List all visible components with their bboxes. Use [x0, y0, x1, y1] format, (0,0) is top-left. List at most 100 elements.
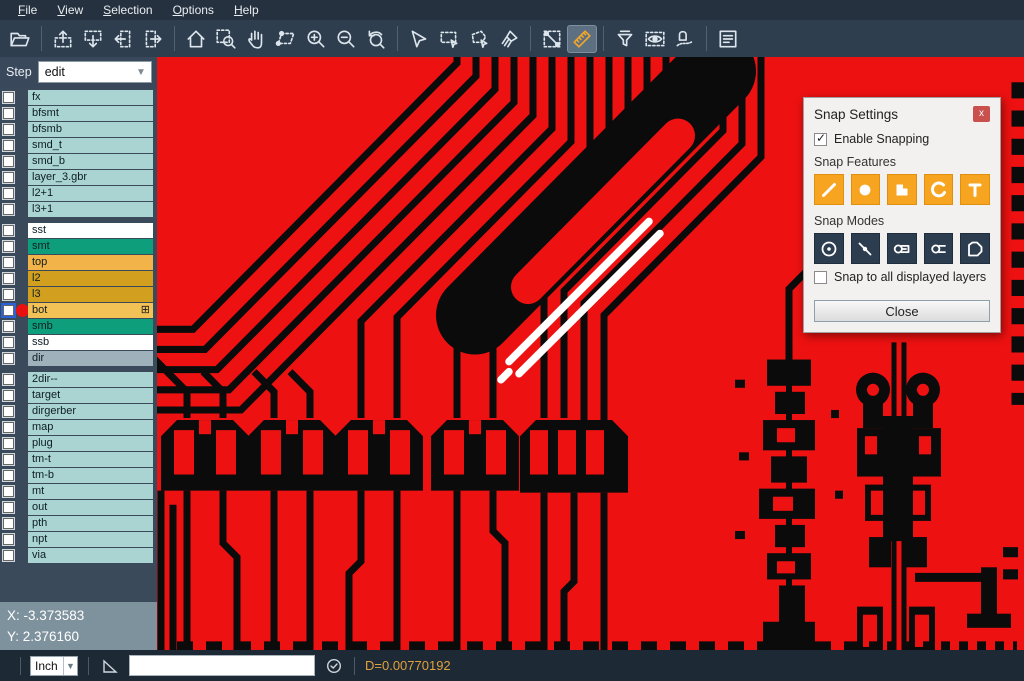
menu-options[interactable]: Options	[163, 1, 224, 19]
snap-feature-circle-button[interactable]	[851, 174, 881, 205]
layer-visibility-checkbox[interactable]	[3, 390, 14, 401]
layer-label[interactable]: mt	[28, 484, 153, 499]
layer-label[interactable]: npt	[28, 532, 153, 547]
layer-label[interactable]: smd_b	[28, 154, 153, 169]
layer-label[interactable]: bfsmb	[28, 122, 153, 137]
zoom-window-button[interactable]	[211, 25, 241, 53]
arrow-down-box-button[interactable]	[78, 25, 108, 53]
layer-visibility-checkbox[interactable]	[3, 337, 14, 348]
zoom-out-button[interactable]	[331, 25, 361, 53]
menu-selection[interactable]: Selection	[93, 1, 162, 19]
snap-feature-line-button[interactable]	[814, 174, 844, 205]
arrow-left-box-button[interactable]	[108, 25, 138, 53]
home-button[interactable]	[181, 25, 211, 53]
layer-label[interactable]: pth	[28, 516, 153, 531]
select-arrow-button[interactable]	[404, 25, 434, 53]
close-icon[interactable]: x	[973, 106, 990, 122]
layer-label[interactable]: out	[28, 500, 153, 515]
layer-visibility-checkbox[interactable]	[3, 92, 14, 103]
layer-visibility-checkbox[interactable]	[3, 502, 14, 513]
ruler-button[interactable]	[567, 25, 597, 53]
snap-feature-arc-button[interactable]	[924, 174, 954, 205]
snap-magnet-button[interactable]	[670, 25, 700, 53]
arrow-right-box-button[interactable]	[138, 25, 168, 53]
layer-visibility-checkbox[interactable]	[3, 374, 14, 385]
snap-mode-slot-end-button[interactable]	[924, 233, 954, 264]
layer-label[interactable]: fx	[28, 90, 153, 105]
layer-visibility-checkbox[interactable]	[3, 550, 14, 561]
clean-brush-button[interactable]	[494, 25, 524, 53]
layer-visibility-checkbox[interactable]	[3, 486, 14, 497]
pcb-canvas[interactable]: Snap Settings x Enable Snapping Snap Fea…	[157, 57, 1024, 650]
layer-visibility-checkbox[interactable]	[3, 257, 14, 268]
snap-all-layers-row[interactable]: Snap to all displayed layers	[814, 270, 990, 284]
layer-label[interactable]: dirgerber	[28, 404, 153, 419]
layer-visibility-checkbox[interactable]	[3, 273, 14, 284]
view-box-eye-button[interactable]	[640, 25, 670, 53]
layer-label[interactable]: target	[28, 388, 153, 403]
transform-button[interactable]	[271, 25, 301, 53]
enable-snapping-checkbox[interactable]	[814, 133, 827, 146]
menu-file[interactable]: File	[8, 1, 47, 19]
layer-label[interactable]: smb	[28, 319, 153, 334]
snap-mode-center-button[interactable]	[814, 233, 844, 264]
zoom-previous-button[interactable]	[361, 25, 391, 53]
rect-select-button[interactable]	[434, 25, 464, 53]
open-button[interactable]	[5, 25, 35, 53]
layer-visibility-checkbox[interactable]	[3, 188, 14, 199]
layer-label[interactable]: tm-b	[28, 468, 153, 483]
arrow-up-box-button[interactable]	[48, 25, 78, 53]
layer-visibility-checkbox[interactable]	[3, 204, 14, 215]
layer-label[interactable]: smt	[28, 239, 153, 254]
snap-all-layers-checkbox[interactable]	[814, 271, 827, 284]
layer-label[interactable]: l2	[28, 271, 153, 286]
snap-feature-surface-button[interactable]	[887, 174, 917, 205]
layer-label[interactable]: via	[28, 548, 153, 563]
layer-visibility-checkbox[interactable]	[3, 422, 14, 433]
layer-visibility-checkbox[interactable]	[3, 140, 14, 151]
layer-label[interactable]: top	[28, 255, 153, 270]
apply-check-icon[interactable]	[326, 658, 342, 674]
menu-help[interactable]: Help	[224, 1, 269, 19]
menu-view[interactable]: View	[47, 1, 93, 19]
layer-label[interactable]: 2dir--	[28, 372, 153, 387]
step-select[interactable]: edit ▼	[38, 61, 152, 83]
layer-visibility-checkbox[interactable]	[3, 289, 14, 300]
layer-visibility-checkbox[interactable]	[3, 470, 14, 481]
layer-label[interactable]: l3	[28, 287, 153, 302]
layer-visibility-checkbox[interactable]	[3, 534, 14, 545]
layer-label[interactable]: layer_3.gbr	[28, 170, 153, 185]
layer-visibility-checkbox[interactable]	[3, 353, 14, 364]
layer-label[interactable]: bot⊞	[28, 303, 153, 318]
layer-visibility-checkbox[interactable]	[3, 321, 14, 332]
snap-mode-corner-button[interactable]	[960, 233, 990, 264]
layer-visibility-checkbox[interactable]	[3, 108, 14, 119]
layer-visibility-checkbox[interactable]	[3, 156, 14, 167]
layer-label[interactable]: ssb	[28, 335, 153, 350]
layer-label[interactable]: l3+1	[28, 202, 153, 217]
dialog-close-button[interactable]: Close	[814, 300, 990, 322]
layer-label[interactable]: smd_t	[28, 138, 153, 153]
grid-icon[interactable]: ⊞	[141, 303, 150, 318]
layer-label[interactable]: map	[28, 420, 153, 435]
pan-hand-button[interactable]	[241, 25, 271, 53]
layer-visibility-checkbox[interactable]	[3, 454, 14, 465]
layer-label[interactable]: bfsmt	[28, 106, 153, 121]
layer-label[interactable]: sst	[28, 223, 153, 238]
measure-input[interactable]	[129, 655, 315, 676]
layer-label[interactable]: plug	[28, 436, 153, 451]
unit-select[interactable]: Inch ▼	[30, 656, 78, 676]
layer-visibility-checkbox[interactable]	[3, 225, 14, 236]
filter-funnel-button[interactable]	[610, 25, 640, 53]
report-list-button[interactable]	[713, 25, 743, 53]
snap-mode-midpoint-button[interactable]	[851, 233, 881, 264]
layer-label[interactable]: dir	[28, 351, 153, 366]
layer-visibility-checkbox[interactable]	[3, 406, 14, 417]
poly-select-button[interactable]	[464, 25, 494, 53]
snap-mode-slot-center-button[interactable]	[887, 233, 917, 264]
layer-visibility-checkbox[interactable]	[3, 518, 14, 529]
layer-visibility-checkbox[interactable]	[3, 241, 14, 252]
enable-snapping-row[interactable]: Enable Snapping	[814, 132, 990, 146]
layer-label[interactable]: tm-t	[28, 452, 153, 467]
layer-visibility-checkbox[interactable]	[3, 438, 14, 449]
